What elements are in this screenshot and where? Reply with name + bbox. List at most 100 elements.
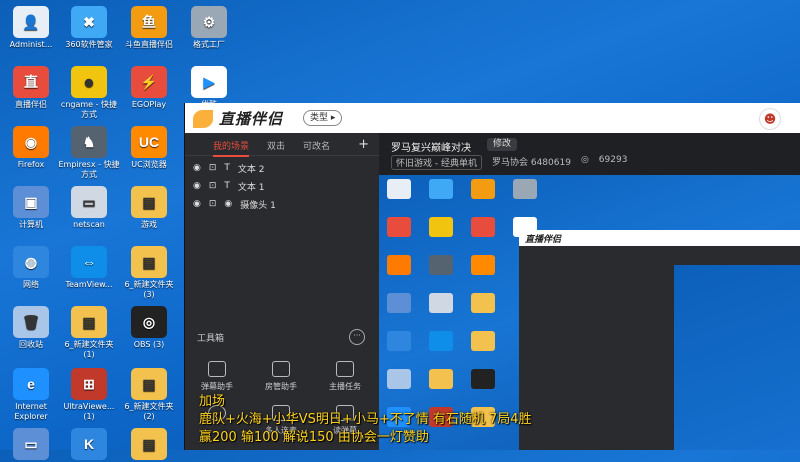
app-icon: ▤ — [131, 246, 167, 278]
preview-desktop-icon — [429, 217, 453, 237]
app-icon: 👤 — [13, 6, 49, 38]
lock-icon[interactable]: ⊡ — [209, 199, 217, 209]
camera-icon: ◉ — [224, 199, 233, 209]
text-source-icon: T — [224, 181, 230, 191]
desktop-icon-label: Internet Explorer — [14, 402, 48, 421]
desktop-icon-label: EGOPlay — [131, 100, 167, 109]
desktop-icon[interactable]: 直直播伴侣 — [0, 66, 62, 110]
desktop-icon[interactable]: ▤ 6_新建文件夹 (2) — [118, 368, 180, 422]
desktop-icon[interactable]: ◉ Firefox — [0, 126, 62, 170]
app-icon: ⊞ — [71, 368, 107, 400]
app-icon: ◎ — [131, 306, 167, 338]
desktop-icon-label: 6_新建文件夹 (3) — [124, 280, 174, 299]
preview-desktop-icon — [471, 293, 495, 313]
app-icon: UC — [131, 126, 167, 158]
desktop-icon[interactable]: ⇔ TeamView... — [58, 246, 120, 290]
desktop-icon[interactable]: ⚙ 格式工厂 — [178, 6, 240, 50]
fans-count: 69293 — [598, 155, 628, 165]
avatar[interactable]: ☻ — [759, 108, 781, 130]
desktop-icon[interactable]: K — [58, 428, 120, 462]
desktop-icon[interactable]: 🗑 回收站 — [0, 306, 62, 350]
desktop-icon[interactable]: ▤ 游戏 — [118, 186, 180, 230]
tab-renamable[interactable]: 可改名 — [303, 139, 330, 152]
overlay-line: 加场 — [199, 394, 226, 409]
desktop-icon[interactable]: ◎ OBS (3) — [118, 306, 180, 350]
app-icon: ♞ — [71, 126, 107, 158]
desktop-icon[interactable]: UC UC浏览器 — [118, 126, 180, 170]
tool-label: 房管助手 — [265, 382, 297, 391]
desktop-icon[interactable]: ▤ 6_新建文件夹 (1) — [58, 306, 120, 360]
desktop-icon-label: cngame - 快捷方式 — [60, 100, 118, 119]
preview-desktop-icon — [429, 179, 453, 199]
desktop-icon-label: UltraViewe... (1) — [63, 402, 115, 421]
category-selector[interactable]: 怀旧游戏 - 经典单机 — [391, 155, 482, 170]
app-icon: 鱼 — [131, 6, 167, 38]
desktop-icon[interactable]: ▭ — [0, 428, 62, 462]
desktop-icon-label: TeamView... — [65, 280, 113, 289]
desktop-icon[interactable]: ✖ 360软件管家 — [58, 6, 120, 50]
scene-item[interactable]: ◉ ⊡ T 文本 2 — [193, 161, 273, 175]
nested-logo: 直播伴侣 — [525, 235, 562, 245]
scene-item[interactable]: ◉ ⊡ ◉ 摄像头 1 — [193, 197, 284, 211]
app-icon: ◉ — [13, 126, 49, 158]
scene-item[interactable]: ◉ ⊡ T 文本 1 — [193, 179, 273, 193]
more-tools-button[interactable]: ··· — [349, 329, 365, 345]
host-task-button[interactable]: 主播任务 — [315, 361, 375, 392]
eye-icon[interactable]: ◉ — [193, 199, 201, 209]
app-icon: ▤ — [131, 368, 167, 400]
lock-icon[interactable]: ⊡ — [209, 181, 217, 191]
desktop-icon[interactable]: ◍ 网络 — [0, 246, 62, 290]
desktop-icon[interactable]: 👤 Administ... — [0, 6, 62, 50]
desktop-icon[interactable]: ☻ cngame - 快捷方式 — [58, 66, 120, 120]
app-icon: e — [13, 368, 49, 400]
desktop-icon-label: 360软件管家 — [65, 40, 113, 49]
app-icon: ▣ — [13, 186, 49, 218]
stream-text-overlay: 加场 鹿队+火海+小华VS明日+小马+不了情 有石随机 7局4胜 赢200 输1… — [199, 393, 800, 447]
room-manager-button[interactable]: 房管助手 — [251, 361, 311, 392]
desktop-icon-label: Firefox — [17, 160, 45, 169]
app-icon: ☻ — [71, 66, 107, 98]
preview-desktop-icon — [387, 255, 411, 275]
app-icon: ✖ — [71, 6, 107, 38]
desktop-icon[interactable]: 鱼斗鱼直播伴侣 — [118, 6, 180, 50]
desktop-icon[interactable]: ▣ 计算机 — [0, 186, 62, 230]
desktop-icon[interactable]: e Internet Explorer — [0, 368, 62, 422]
app-icon: ◍ — [13, 246, 49, 278]
danmu-helper-button[interactable]: 弹幕助手 — [187, 361, 247, 392]
fans-icon: ◎ — [580, 155, 589, 165]
lock-icon[interactable]: ⊡ — [209, 163, 217, 173]
desktop-icon-label: Empiresx - 快捷方式 — [58, 160, 120, 179]
add-scene-button[interactable]: + — [358, 137, 369, 152]
desktop-icon-label: 6_新建文件夹 (2) — [124, 402, 174, 421]
app-icon: ⚙ — [191, 6, 227, 38]
tool-label: 弹幕助手 — [201, 382, 233, 391]
edit-title-button[interactable]: 修改 — [487, 138, 518, 151]
danmu-icon — [208, 361, 226, 377]
scene-label: 摄像头 1 — [240, 200, 276, 211]
desktop-icon[interactable]: ♞ Empiresx - 快捷方式 — [58, 126, 120, 180]
desktop-icon[interactable]: ▤ 6_新建文件夹 (3) — [118, 246, 180, 300]
desktop-icon-label: 直播伴侣 — [15, 100, 47, 109]
eye-icon[interactable]: ◉ — [193, 181, 201, 191]
type-button[interactable]: 类型 ▸ — [303, 110, 343, 126]
desktop-icon-label: 游戏 — [141, 220, 157, 229]
task-icon — [336, 361, 354, 377]
tab-double-click[interactable]: 双击 — [267, 139, 285, 152]
desktop-icon-label: 6_新建文件夹 (1) — [64, 340, 114, 359]
preview-desktop-icon — [471, 331, 495, 351]
tool-label: 主播任务 — [329, 382, 361, 391]
desktop-icon[interactable]: ⚡ EGOPlay — [118, 66, 180, 110]
preview-desktop-icon — [429, 255, 453, 275]
eye-icon[interactable]: ◉ — [193, 163, 201, 173]
app-icon: K — [71, 428, 107, 460]
tab-my-scenes[interactable]: 我的场景 — [213, 139, 250, 157]
desktop-icon[interactable]: ▤ — [118, 428, 180, 462]
title-bar: 直播伴侣 类型 ▸ ☻ — [185, 103, 800, 133]
overlay-line: 赢200 输100 解说150 由协会一灯赞助 — [199, 430, 429, 445]
preview-desktop-icon — [387, 369, 411, 389]
desktop-icon-label: OBS (3) — [133, 340, 165, 349]
text-source-icon: T — [224, 163, 230, 173]
desktop-icon[interactable]: ▭ netscan — [58, 186, 120, 230]
stream-title: 罗马复兴巅峰对决 — [391, 143, 471, 154]
desktop-icon[interactable]: ⊞ UltraViewe... (1) — [58, 368, 120, 422]
